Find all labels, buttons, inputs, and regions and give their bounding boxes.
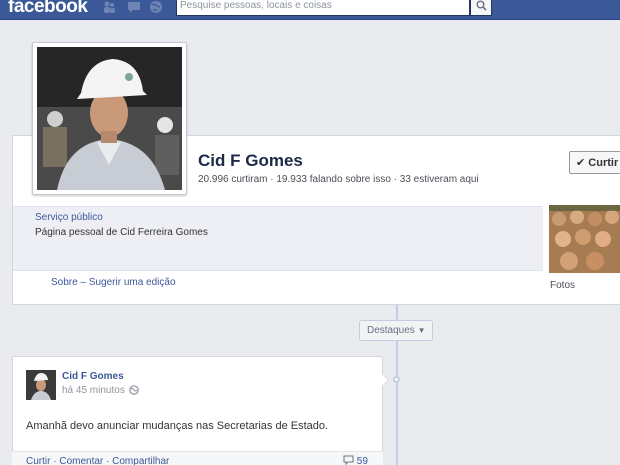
friends-icon[interactable] bbox=[102, 0, 116, 14]
about-links: Sobre – Sugerir uma edição bbox=[51, 277, 176, 288]
highlights-label: Destaques bbox=[367, 325, 415, 336]
facebook-logo[interactable]: facebook bbox=[8, 0, 88, 18]
post-actions: Curtir · Comentar · Compartilhar bbox=[12, 451, 383, 465]
avatar[interactable] bbox=[26, 370, 56, 400]
globe-icon[interactable] bbox=[149, 0, 163, 14]
public-globe-icon bbox=[129, 385, 139, 398]
chevron-down-icon: ▼ bbox=[417, 326, 426, 335]
like-button-label: Curtir bbox=[588, 157, 619, 169]
share-link[interactable]: Compartilhar bbox=[112, 456, 169, 465]
highlights-dropdown[interactable]: Destaques ▼ bbox=[359, 320, 433, 341]
comment-link[interactable]: Comentar bbox=[59, 456, 103, 465]
post-pointer-inner bbox=[382, 374, 388, 386]
comment-count-value: 59 bbox=[356, 456, 368, 465]
search-icon bbox=[476, 0, 487, 11]
timeline-dot bbox=[393, 376, 400, 383]
profile-picture[interactable] bbox=[32, 42, 187, 195]
search-button[interactable] bbox=[470, 0, 492, 16]
post-text: Amanhã devo anunciar mudanças nas Secret… bbox=[26, 420, 329, 432]
post-timestamp[interactable]: há 45 minutos bbox=[62, 385, 125, 396]
like-link[interactable]: Curtir bbox=[26, 456, 50, 465]
profile-photo bbox=[37, 47, 182, 190]
page-category[interactable]: Serviço público bbox=[35, 212, 103, 223]
page-stats: 20.996 curtiram · 19.933 falando sobre i… bbox=[198, 174, 479, 185]
search-input[interactable]: Pesquise pessoas, locais e coisas bbox=[176, 0, 470, 16]
top-bar: facebook Pesquise pessoas, locais e cois… bbox=[0, 0, 620, 20]
page-about: Página pessoal de Cid Ferreira Gomes bbox=[35, 227, 208, 238]
about-link[interactable]: Sobre bbox=[51, 277, 78, 288]
post-author[interactable]: Cid F Gomes bbox=[62, 371, 124, 382]
comment-count[interactable]: 59 bbox=[343, 455, 368, 465]
photos-thumbnail[interactable] bbox=[549, 205, 620, 273]
page-title: Cid F Gomes bbox=[198, 151, 303, 170]
checkmark-icon: ✔ bbox=[576, 157, 589, 169]
messages-icon[interactable] bbox=[127, 0, 141, 14]
suggest-edit-link[interactable]: Sugerir uma edição bbox=[89, 277, 176, 288]
photos-label[interactable]: Fotos bbox=[550, 280, 575, 291]
comment-icon bbox=[343, 455, 354, 465]
like-page-button[interactable]: ✔ Curtir bbox=[569, 151, 620, 174]
about-separator: – bbox=[80, 277, 89, 288]
